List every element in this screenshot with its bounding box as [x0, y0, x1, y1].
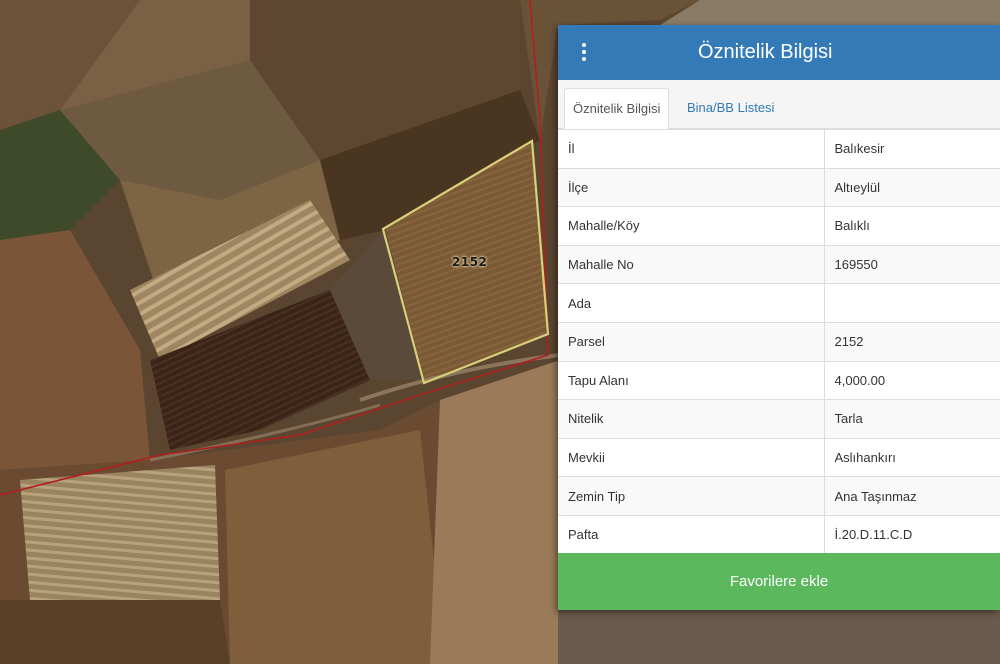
- table-row: Zemin Tip Ana Taşınmaz: [558, 476, 1000, 516]
- table-row: Parsel 2152: [558, 321, 1000, 362]
- row-value: 169550: [824, 244, 1000, 284]
- table-row: İl Balıkesir: [558, 129, 1000, 169]
- row-key: Mahalle/Köy: [558, 206, 825, 246]
- row-key: İl: [558, 129, 825, 169]
- row-key: Mevkii: [558, 437, 825, 477]
- row-value: İ.20.D.11.C.D: [824, 514, 1000, 555]
- parcel-number-label[interactable]: 2152: [452, 255, 487, 269]
- row-key: Zemin Tip: [558, 476, 825, 516]
- attribute-info-panel: Öznitelik Bilgisi Öznitelik Bilgisi Bina…: [558, 25, 1000, 610]
- table-row: Mahalle No 169550: [558, 244, 1000, 284]
- add-to-favorites-button[interactable]: Favorilere ekle: [558, 553, 1000, 610]
- panel-title: Öznitelik Bilgisi: [698, 41, 833, 63]
- panel-tabs: Öznitelik Bilgisi Bina/BB Listesi: [558, 80, 1000, 129]
- row-key: Ada: [558, 283, 825, 323]
- row-value: Balıklı: [824, 206, 1000, 246]
- table-row: Ada: [558, 283, 1000, 323]
- vertical-ellipsis-icon[interactable]: [576, 39, 592, 65]
- table-row: Nitelik Tarla: [558, 399, 1000, 439]
- row-value: Balıkesir: [824, 129, 1000, 169]
- tab-attribute-info[interactable]: Öznitelik Bilgisi: [564, 88, 670, 129]
- row-value: Ana Taşınmaz: [824, 476, 1000, 516]
- row-key: Mahalle No: [558, 244, 825, 284]
- table-row: Tapu Alanı 4,000.00: [558, 360, 1000, 400]
- row-key: Pafta: [558, 514, 825, 555]
- row-value: 2152: [824, 321, 1000, 362]
- table-row: İlçe Altıeylül: [558, 167, 1000, 207]
- row-key: Parsel: [558, 321, 825, 362]
- row-value: Altıeylül: [824, 167, 1000, 207]
- attribute-table: İl Balıkesir İlçe Altıeylül Mahalle/Köy …: [558, 129, 1000, 555]
- row-value: Aslıhankırı: [824, 437, 1000, 477]
- table-row: Mahalle/Köy Balıklı: [558, 206, 1000, 246]
- row-value: 4,000.00: [824, 360, 1000, 400]
- table-row: Pafta İ.20.D.11.C.D: [558, 514, 1000, 555]
- row-key: Nitelik: [558, 399, 825, 439]
- row-key: Tapu Alanı: [558, 360, 825, 400]
- row-key: İlçe: [558, 167, 825, 207]
- panel-header: Öznitelik Bilgisi: [558, 25, 1000, 80]
- tab-building-list[interactable]: Bina/BB Listesi: [679, 88, 782, 129]
- table-row: Mevkii Aslıhankırı: [558, 437, 1000, 477]
- row-value: [824, 283, 1000, 323]
- row-value: Tarla: [824, 399, 1000, 439]
